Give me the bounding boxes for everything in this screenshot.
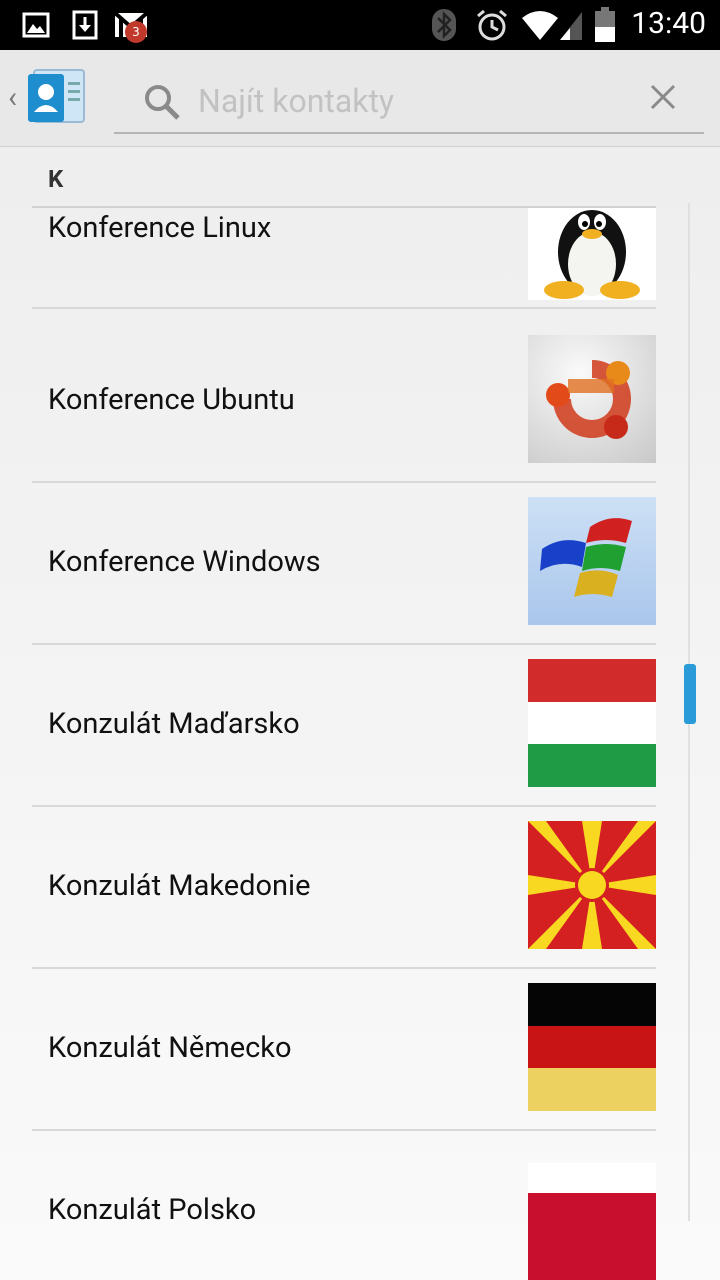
contact-photo (528, 821, 656, 949)
search-field[interactable] (114, 70, 704, 134)
battery-icon (595, 7, 615, 42)
contact-row[interactable]: Konference Linux (32, 147, 656, 309)
gmail-notification-icon: 3 (113, 11, 150, 43)
contact-row[interactable]: Konzulát Německo (32, 967, 656, 1131)
contact-name: Konzulát Německo (48, 1031, 292, 1065)
contact-name: Konzulát Maďarsko (48, 707, 300, 741)
contact-row[interactable]: Konference Ubuntu (32, 319, 656, 483)
alarm-icon (477, 9, 507, 41)
clock: 13:40 (631, 6, 706, 41)
search-input[interactable] (196, 78, 630, 124)
contact-list[interactable]: K Konference Linux Konference Ubuntu Kon… (0, 147, 720, 1280)
up-navigation-caret-icon[interactable]: ‹ (8, 80, 17, 115)
contact-photo (528, 208, 656, 300)
action-bar: ‹ (0, 50, 720, 147)
contact-photo (528, 659, 656, 787)
notification-count: 3 (132, 25, 140, 39)
gallery-notification-icon (22, 12, 50, 38)
contact-row[interactable]: Konzulát Maďarsko (32, 643, 656, 807)
wifi-signal-icon (522, 11, 582, 40)
ubuntu-logo-icon (546, 360, 631, 439)
flag-hungary-icon (528, 659, 656, 787)
contact-row[interactable]: Konference Windows (32, 481, 656, 645)
contact-photo (528, 335, 656, 463)
contact-name: Konzulát Polsko (48, 1193, 257, 1227)
windows-logo-icon (540, 518, 632, 597)
contact-name: Konference Linux (48, 211, 272, 245)
contact-photo (528, 497, 656, 625)
bluetooth-icon (432, 9, 456, 41)
contact-photo (528, 1163, 656, 1280)
tux-penguin-icon (544, 210, 640, 299)
contact-name: Konzulát Makedonie (48, 869, 311, 903)
flag-macedonia-icon (528, 821, 656, 949)
notification-count-badge: 3 (125, 21, 147, 43)
contact-name: Konference Windows (48, 545, 321, 579)
contacts-app-icon[interactable] (26, 68, 86, 126)
status-bar: 3 13:40 (0, 0, 720, 50)
contact-row[interactable]: Konzulát Polsko (32, 1129, 656, 1280)
contact-name: Konference Ubuntu (48, 383, 295, 417)
contact-photo (528, 983, 656, 1111)
clear-search-icon[interactable] (648, 82, 678, 112)
fast-scroll-thumb[interactable] (684, 664, 696, 724)
flag-poland-icon (528, 1163, 656, 1280)
search-icon (145, 85, 180, 120)
flag-germany-icon (528, 983, 656, 1111)
contact-row[interactable]: Konzulát Makedonie (32, 805, 656, 969)
download-notification-icon (72, 10, 98, 40)
